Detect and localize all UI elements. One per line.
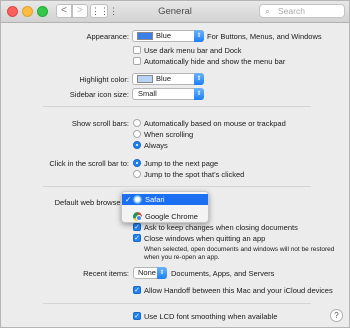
popup-arrows-icon: ⇕ (194, 30, 204, 42)
ask-keep-changes-label: Ask to keep changes when closing documen… (144, 223, 298, 232)
recent-items-value: None (138, 268, 156, 277)
recent-items-popup[interactable]: None ⇕ (133, 267, 167, 279)
popup-arrows-icon: ⇕ (194, 73, 204, 85)
appearance-popup[interactable]: Blue ⇕ (132, 30, 204, 42)
help-icon: ? (334, 311, 339, 320)
scroll-auto-label: Automatically based on mouse or trackpad (144, 119, 286, 128)
sidebar-icon-popup[interactable]: Small ⇕ (132, 88, 204, 100)
search-icon: ⌕ (265, 6, 271, 16)
menu-item-label: Google Chrome (145, 212, 198, 221)
chrome-icon (133, 212, 142, 221)
search-field[interactable]: ⌕ Search (259, 4, 345, 18)
menu-item-label: Safari (145, 195, 165, 204)
title-bar: < > ⋮⋮⋮ General ⌕ Search (1, 1, 349, 23)
jump-next-page-radio[interactable] (133, 159, 141, 167)
ask-keep-changes-checkbox[interactable]: ✓ (133, 223, 141, 231)
appearance-description: For Buttons, Menus, and Windows (207, 32, 322, 41)
close-windows-note-line2: when you re-open an app. (144, 254, 220, 261)
highlight-popup[interactable]: Blue ⇕ (132, 73, 204, 85)
jump-to-spot-label: Jump to the spot that’s clicked (144, 170, 245, 179)
scroll-always-radio[interactable] (133, 141, 141, 149)
close-windows-checkbox[interactable]: ✓ (133, 234, 141, 242)
scroll-when-scrolling-label: When scrolling (144, 130, 194, 139)
separator (43, 106, 311, 107)
separator (43, 186, 311, 187)
handoff-label: Allow Handoff between this Mac and your … (144, 286, 333, 295)
browser-dropdown-menu: ✓ Safari Google Chrome (121, 191, 209, 223)
recent-items-description: Documents, Apps, and Servers (171, 269, 275, 278)
highlight-label: Highlight color: (79, 75, 129, 84)
auto-hide-menubar-checkbox[interactable] (133, 57, 141, 65)
click-scroll-label: Click in the scroll bar to: (49, 159, 129, 168)
separator (43, 303, 311, 304)
menu-item-safari[interactable]: ✓ Safari (122, 194, 208, 205)
dark-menu-checkbox[interactable] (133, 46, 141, 54)
safari-icon (133, 195, 142, 204)
dark-menu-label: Use dark menu bar and Dock (144, 46, 242, 55)
appearance-label: Appearance: (86, 32, 129, 41)
recent-items-label: Recent items: (83, 269, 129, 278)
checkmark-icon: ✓ (125, 195, 132, 204)
popup-arrows-icon: ⇕ (157, 267, 167, 279)
lcd-smoothing-label: Use LCD font smoothing when available (144, 312, 278, 321)
preferences-window: < > ⋮⋮⋮ General ⌕ Search Appearance: Blu… (0, 0, 350, 328)
handoff-checkbox[interactable]: ✓ (133, 286, 141, 294)
popup-arrows-icon: ⇕ (194, 88, 204, 100)
auto-hide-menubar-label: Automatically hide and show the menu bar (144, 57, 286, 66)
close-windows-label: Close windows when quitting an app (144, 234, 266, 243)
scroll-auto-radio[interactable] (133, 119, 141, 127)
sidebar-icon-label: Sidebar icon size: (69, 90, 129, 99)
search-placeholder: Search (278, 6, 305, 16)
menu-item-google-chrome[interactable]: Google Chrome (122, 211, 208, 222)
help-button[interactable]: ? (330, 309, 343, 322)
close-windows-note-line1: When selected, open documents and window… (144, 246, 335, 253)
appearance-value: Blue (156, 31, 172, 40)
scroll-when-scrolling-radio[interactable] (133, 130, 141, 138)
appearance-swatch (137, 32, 153, 41)
highlight-value: Blue (156, 74, 172, 83)
default-browser-label: Default web browser (54, 198, 123, 207)
jump-next-page-label: Jump to the next page (144, 159, 219, 168)
sidebar-icon-value: Small (138, 89, 157, 98)
lcd-smoothing-checkbox[interactable]: ✓ (133, 312, 141, 320)
jump-to-spot-radio[interactable] (133, 170, 141, 178)
scroll-bars-label: Show scroll bars: (71, 119, 129, 128)
highlight-swatch (137, 75, 153, 84)
scroll-always-label: Always (144, 141, 168, 150)
